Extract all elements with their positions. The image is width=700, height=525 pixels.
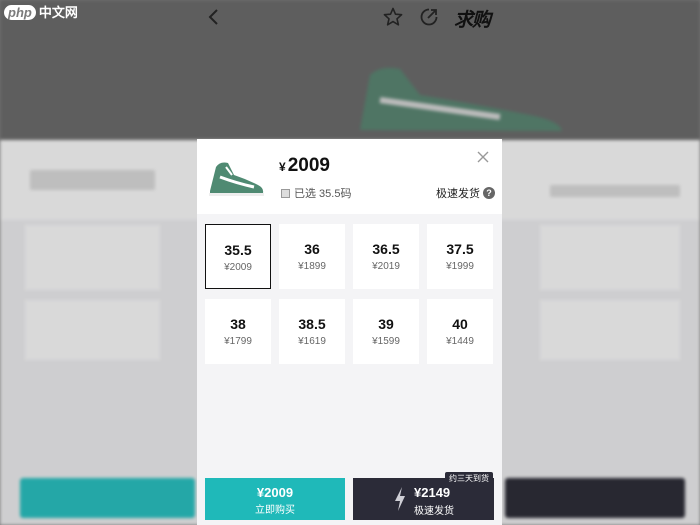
checkbox-square-icon xyxy=(281,188,290,198)
size-value: 38.5 xyxy=(298,316,326,332)
size-selector-sheet: ¥2009 已选 35.5码 极速发货 ? 35.5 ¥2009 36 ¥189… xyxy=(197,139,502,525)
size-price: ¥2019 xyxy=(372,261,400,272)
size-price: ¥1599 xyxy=(372,336,400,347)
size-price: ¥1899 xyxy=(298,261,326,272)
top-nav: 求购 xyxy=(0,0,700,36)
lightning-icon xyxy=(395,487,405,511)
size-option[interactable]: 40 ¥1449 xyxy=(427,299,493,364)
size-value: 37.5 xyxy=(446,241,474,257)
size-price: ¥1799 xyxy=(224,336,252,347)
fast-ship-button-label: 极速发货 xyxy=(414,506,454,517)
size-option[interactable]: 37.5 ¥1999 xyxy=(427,224,493,289)
size-value: 36.5 xyxy=(372,241,400,257)
size-value: 40 xyxy=(452,316,468,332)
help-icon[interactable]: ? xyxy=(483,187,495,199)
chevron-left-icon xyxy=(208,9,218,25)
product-thumbnail xyxy=(209,162,264,196)
size-option[interactable]: 38.5 ¥1619 xyxy=(279,299,345,364)
close-icon xyxy=(477,151,489,163)
size-price: ¥1449 xyxy=(446,336,474,347)
back-button[interactable] xyxy=(203,6,225,28)
size-value: 38 xyxy=(230,316,246,332)
share-icon xyxy=(420,8,438,26)
size-price: ¥1999 xyxy=(446,261,474,272)
fast-ship-label: 极速发货 xyxy=(436,188,480,200)
currency-symbol: ¥ xyxy=(279,160,286,174)
size-value: 35.5 xyxy=(224,242,252,258)
delivery-eta-badge: 约三天到货 xyxy=(445,472,493,485)
fast-ship-info[interactable]: 极速发货 ? xyxy=(436,185,495,201)
fast-ship-price: ¥2149 xyxy=(414,485,451,500)
size-option[interactable]: 39 ¥1599 xyxy=(353,299,419,364)
buy-now-price: ¥2009 xyxy=(256,485,294,500)
size-option[interactable]: 35.5 ¥2009 xyxy=(205,224,271,289)
size-option[interactable]: 38 ¥1799 xyxy=(205,299,271,364)
size-option[interactable]: 36 ¥1899 xyxy=(279,224,345,289)
sheet-header: ¥2009 已选 35.5码 极速发货 ? xyxy=(197,139,502,214)
buy-now-label: 立即购买 xyxy=(255,505,295,516)
size-price: ¥1619 xyxy=(298,336,326,347)
selected-price: ¥2009 xyxy=(279,155,330,177)
star-icon xyxy=(383,7,403,26)
selected-size-label: 已选 35.5码 xyxy=(294,188,352,200)
price-value: 2009 xyxy=(287,155,330,176)
size-value: 39 xyxy=(378,316,394,332)
buy-now-button[interactable]: ¥2009 立即购买 xyxy=(205,478,345,520)
share-button[interactable] xyxy=(418,6,440,28)
brand-button[interactable]: 求购 xyxy=(454,5,491,32)
size-option[interactable]: 36.5 ¥2019 xyxy=(353,224,419,289)
close-button[interactable] xyxy=(475,149,491,165)
favorite-button[interactable] xyxy=(382,6,404,28)
size-value: 36 xyxy=(304,241,320,257)
selected-size-info: 已选 35.5码 xyxy=(281,185,351,201)
size-price: ¥2009 xyxy=(224,262,252,273)
